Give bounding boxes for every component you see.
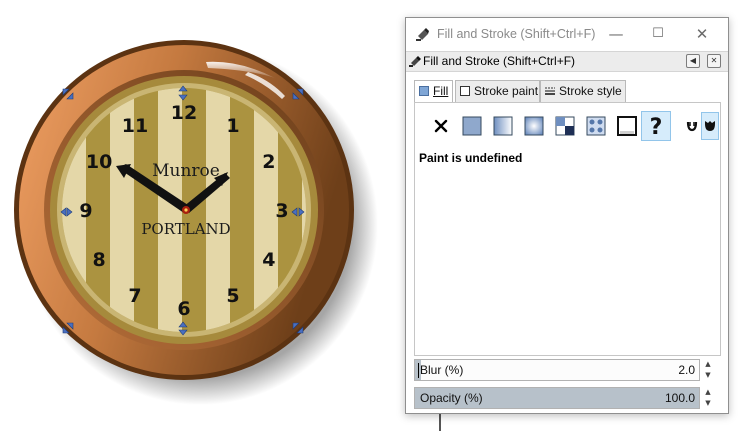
clock-numeral-2: 2 — [262, 151, 275, 173]
opacity-spinner[interactable]: ▲ ▼ — [702, 387, 714, 409]
fill-tab-icon — [419, 86, 429, 96]
minimize-button[interactable]: — — [596, 22, 636, 46]
dial-stripe — [206, 88, 230, 332]
tab-fill-label: Fill — [433, 84, 449, 98]
dock-close-icon[interactable]: ✕ — [707, 54, 721, 68]
no-paint-button[interactable] — [428, 113, 454, 139]
radial-gradient-icon — [524, 116, 544, 136]
close-button[interactable]: ✕ — [682, 22, 722, 46]
text-cursor — [418, 363, 419, 378]
fill-tab-panel: ? Paint is undefined — [414, 102, 721, 356]
nonzero-icon — [705, 121, 715, 131]
tab-stroke-paint-label: Stroke paint — [474, 84, 539, 98]
swatch-icon — [586, 116, 606, 136]
flat-color-icon — [462, 116, 482, 136]
pattern-icon — [555, 116, 575, 136]
linear-gradient-icon — [493, 116, 513, 136]
canvas-area[interactable]: 12 1 2 3 4 5 6 7 8 9 10 11 Munroe PORTLAND — [0, 0, 405, 431]
linear-gradient-button[interactable] — [490, 113, 516, 139]
blur-increment-icon[interactable]: ▲ — [702, 359, 714, 370]
dock-header[interactable]: Fill and Stroke (Shift+Ctrl+F) ◀ ✕ — [406, 51, 728, 72]
fill-stroke-app-icon — [416, 28, 429, 41]
maximize-button[interactable]: ☐ — [638, 22, 678, 46]
x-icon — [434, 119, 448, 133]
tab-fill[interactable]: Fill — [414, 80, 453, 103]
clock-city: PORTLAND — [141, 220, 230, 238]
clock-numeral-11: 11 — [122, 115, 148, 137]
square-outline-icon — [617, 116, 637, 136]
clock-numeral-10: 10 — [86, 151, 112, 173]
dock-title: Fill and Stroke (Shift+Ctrl+F) — [423, 54, 576, 68]
opacity-increment-icon[interactable]: ▲ — [702, 387, 714, 398]
fill-rule-nonzero-button[interactable] — [701, 112, 719, 140]
evenodd-icon — [686, 121, 698, 132]
clock-numeral-12: 12 — [171, 102, 197, 124]
window-title: Fill and Stroke (Shift+Ctrl+F) — [437, 27, 596, 41]
tab-stroke-paint[interactable]: Stroke paint — [455, 80, 540, 102]
clock-numeral-1: 1 — [226, 115, 239, 137]
unset-paint-button[interactable]: ? — [641, 111, 671, 141]
paint-status: Paint is undefined — [419, 151, 523, 165]
opacity-value[interactable]: 100.0 — [665, 391, 695, 405]
blur-value[interactable]: 2.0 — [678, 363, 695, 377]
blur-decrement-icon[interactable]: ▼ — [702, 370, 714, 381]
fill-rule-evenodd-button[interactable] — [683, 113, 701, 139]
opacity-row: Opacity (%) 100.0 ▲ ▼ — [414, 387, 719, 409]
blur-spinner[interactable]: ▲ ▼ — [702, 359, 714, 381]
pattern-button[interactable] — [552, 113, 578, 139]
question-icon: ? — [650, 115, 663, 140]
opacity-slider[interactable]: Opacity (%) 100.0 — [414, 387, 700, 409]
clock-numeral-4: 4 — [262, 249, 275, 271]
tab-stroke-style[interactable]: Stroke style — [540, 80, 626, 102]
title-bar[interactable]: Fill and Stroke (Shift+Ctrl+F) — ☐ ✕ — [406, 18, 728, 50]
opacity-label: Opacity (%) — [420, 391, 483, 405]
iconify-icon[interactable]: ◀ — [686, 54, 700, 68]
fill-stroke-icon — [409, 56, 421, 67]
swatch-button[interactable] — [583, 113, 609, 139]
blur-row: Blur (%) 2.0 ▲ ▼ — [414, 359, 719, 381]
clock-numeral-5: 5 — [226, 285, 239, 307]
clock-numeral-9: 9 — [79, 200, 92, 222]
blur-label: Blur (%) — [420, 363, 464, 377]
stroke-paint-tab-icon — [460, 86, 470, 96]
blur-slider[interactable]: Blur (%) 2.0 — [414, 359, 700, 381]
clock-numeral-3: 3 — [275, 200, 288, 222]
clock-numeral-8: 8 — [92, 249, 105, 271]
clock-brand: Munroe — [152, 161, 220, 181]
opacity-decrement-icon[interactable]: ▼ — [702, 398, 714, 409]
clock-drawing[interactable]: 121234567891011 Munroe PORTLAND — [0, 0, 405, 431]
clock-numeral-6: 6 — [177, 298, 190, 320]
stroke-style-tab-icon — [545, 87, 555, 95]
radial-gradient-button[interactable] — [521, 113, 547, 139]
clock-numeral-7: 7 — [128, 285, 141, 307]
unset-color-button[interactable] — [614, 113, 640, 139]
tab-stroke-style-label: Stroke style — [559, 84, 622, 98]
svg-text:?: ? — [650, 115, 663, 140]
flat-color-button[interactable] — [459, 113, 485, 139]
clock-center-dot — [184, 208, 188, 212]
fill-stroke-dialog: Fill and Stroke (Shift+Ctrl+F) — ☐ ✕ Fil… — [405, 17, 729, 414]
